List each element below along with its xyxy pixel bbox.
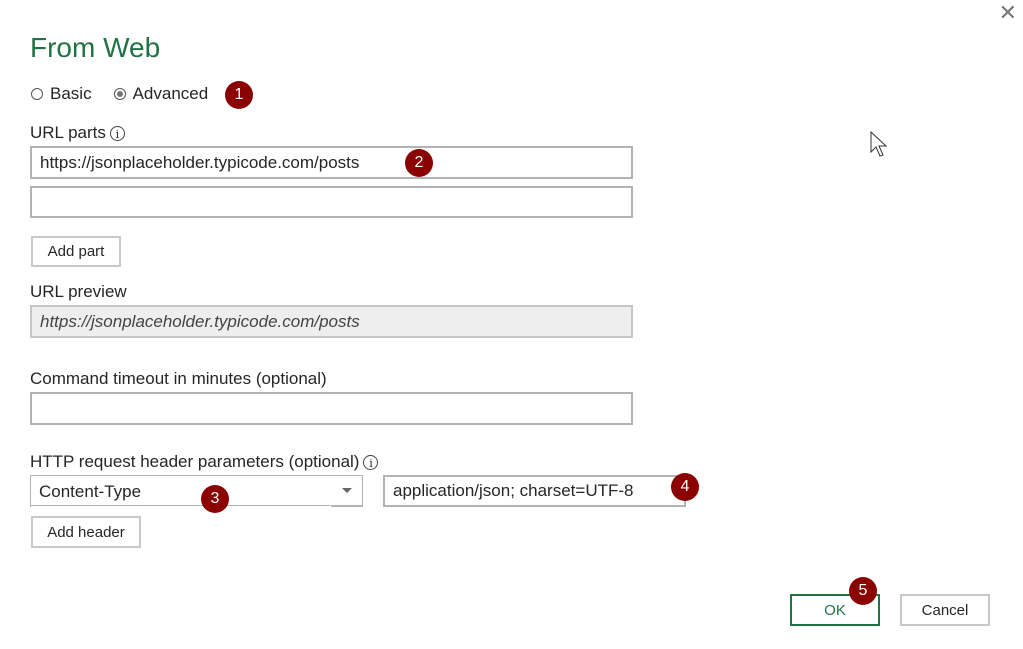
radio-basic-label: Basic [50,84,92,103]
url-parts-label-text: URL parts [30,123,106,142]
url-part-input-1[interactable]: https://jsonplaceholder.typicode.com/pos… [30,146,633,179]
header-value-text: application/json; charset=UTF-8 [393,481,634,500]
url-part-1-value: https://jsonplaceholder.typicode.com/pos… [40,152,360,172]
url-preview-field: https://jsonplaceholder.typicode.com/pos… [30,305,633,338]
url-preview-value: https://jsonplaceholder.typicode.com/pos… [40,311,360,331]
close-icon[interactable]: ✕ [999,0,1017,26]
add-header-button[interactable]: Add header [31,516,141,548]
radio-advanced-label: Advanced [132,84,209,103]
command-timeout-input[interactable] [30,392,633,425]
step-badge-5: 5 [849,577,877,605]
header-name-value: Content-Type [39,481,142,501]
radio-selected-icon [113,88,126,100]
chevron-down-icon[interactable] [342,488,352,493]
step-badge-1: 1 [225,81,253,109]
step-badge-2: 2 [405,149,433,177]
header-value-input[interactable]: application/json; charset=UTF-8 [383,475,686,507]
dialog-title: From Web [30,32,161,63]
step-badge-4: 4 [671,473,699,501]
step-badge-3: 3 [201,485,229,513]
url-parts-label: URL parts i [30,123,125,143]
info-icon[interactable]: i [109,126,125,142]
mouse-cursor-icon [870,131,888,157]
radio-basic[interactable]: Basic [31,84,92,104]
cancel-button[interactable]: Cancel [900,594,990,626]
url-preview-label: URL preview [30,282,127,301]
radio-circle-icon [31,88,43,100]
command-timeout-label: Command timeout in minutes (optional) [30,369,327,388]
radio-advanced[interactable]: Advanced [113,84,209,104]
dropdown-underline [30,505,330,506]
info-icon[interactable]: i [363,455,379,471]
dropdown-underline-right [331,505,363,507]
add-part-button[interactable]: Add part [31,236,121,267]
http-headers-label: HTTP request header parameters (optional… [30,452,379,472]
mode-radio-group: Basic Advanced [31,84,230,104]
header-name-dropdown[interactable]: Content-Type [30,475,363,507]
http-headers-label-text: HTTP request header parameters (optional… [30,452,360,471]
url-part-input-2[interactable] [30,186,633,218]
